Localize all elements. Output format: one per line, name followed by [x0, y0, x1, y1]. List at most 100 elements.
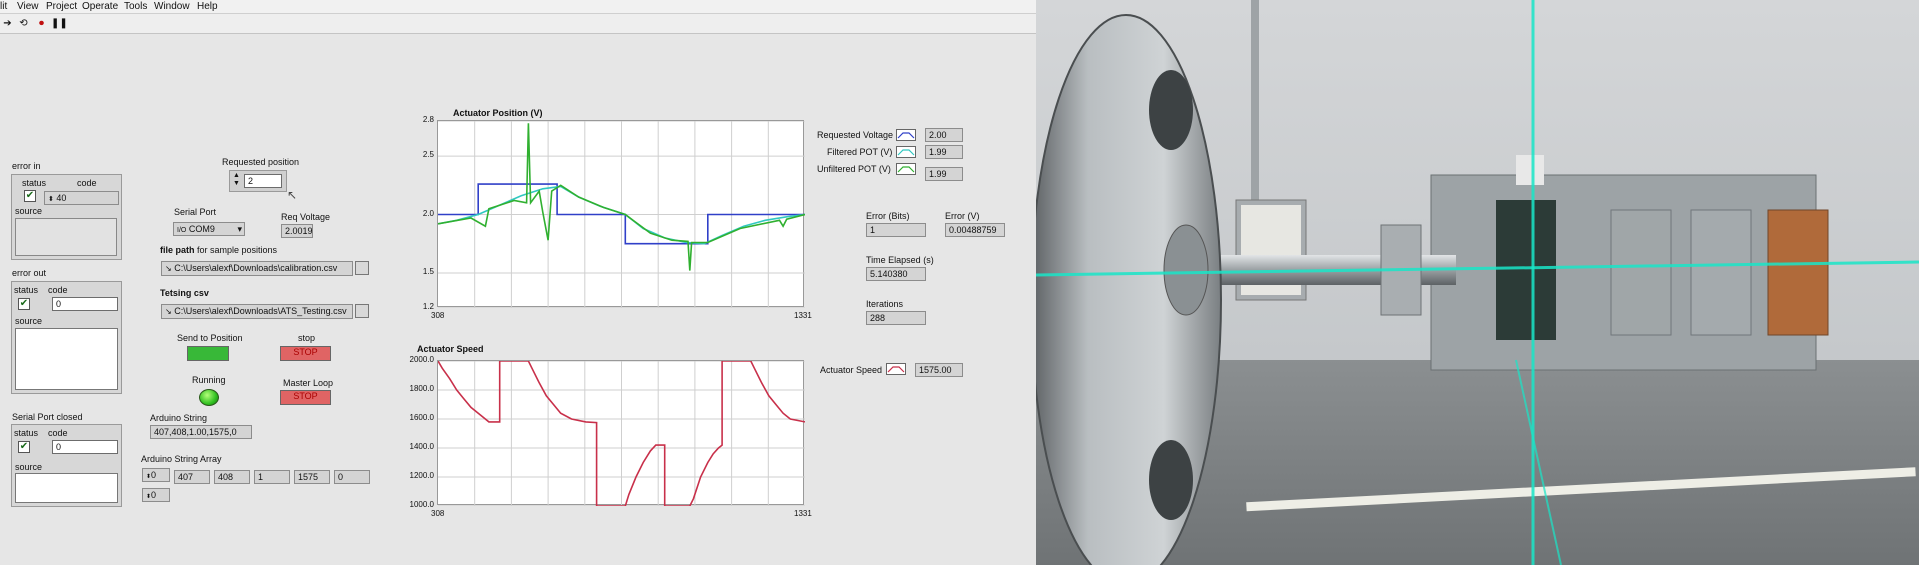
error-in-status-label: status — [22, 178, 47, 188]
legend-label-unfiltered: Unfiltered POT (V) — [817, 164, 891, 174]
x-tick-label: 1331 — [794, 509, 812, 518]
error-in-status-checkbox[interactable]: ✔ — [24, 190, 36, 202]
speed-legend-value: 1575.00 — [915, 363, 963, 377]
serial-closed-source-label: source — [15, 462, 43, 472]
menu-window[interactable]: Window — [154, 1, 190, 12]
menu-tools[interactable]: Tools — [124, 1, 147, 12]
speed-chart-plot[interactable] — [437, 360, 806, 507]
dropdown-arrow-icon[interactable]: ▾ — [237, 223, 242, 235]
error-in-code-field[interactable]: ⬍ 40 — [44, 191, 119, 205]
serial-closed-cluster: status code ✔ 0 source — [11, 424, 122, 507]
error-in-cluster: status code ✔ ⬍ 40 source — [11, 174, 122, 260]
error-out-title: error out — [12, 268, 47, 278]
run-arrow-icon[interactable]: ➔ — [1, 17, 14, 30]
position-chart-plot[interactable] — [437, 120, 806, 309]
folder-browse-icon[interactable] — [355, 304, 369, 318]
send-to-position-label: Send to Position — [177, 333, 243, 343]
increment-arrows-icon[interactable]: ▲ ▼ — [233, 172, 240, 188]
serial-port-select[interactable]: I/O COM9 ▾ — [173, 222, 245, 236]
legend-swatch-icon[interactable] — [896, 163, 916, 175]
pause-icon[interactable]: ❚❚ — [51, 17, 68, 30]
y-tick-label: 2.5 — [422, 150, 434, 160]
x-tick-label: 308 — [431, 509, 445, 518]
master-loop-stop-button[interactable]: STOP — [280, 390, 331, 405]
requested-position-input[interactable]: 2 — [244, 174, 282, 188]
serial-closed-status-checkbox[interactable]: ✔ — [18, 441, 30, 453]
array-element: 407 — [174, 470, 210, 484]
array-element: 408 — [214, 470, 250, 484]
error-in-source-field[interactable] — [15, 218, 117, 256]
y-tick-label: 1800.0 — [409, 384, 434, 393]
folder-browse-icon[interactable] — [355, 261, 369, 275]
speed-chart-title: Actuator Speed — [417, 344, 484, 354]
file-path-field[interactable]: ↘ C:\Users\alexf\Downloads\calibration.c… — [161, 261, 353, 276]
error-out-code-field[interactable]: 0 — [52, 297, 118, 311]
error-out-code-label: code — [48, 285, 68, 295]
iterations-label: Iterations — [866, 299, 904, 309]
requested-position-frame: ▲ ▼ 2 — [229, 170, 287, 192]
y-tick-label: 2.0 — [422, 208, 434, 218]
speed-legend-label: Actuator Speed — [820, 365, 883, 375]
serial-closed-source-field[interactable] — [15, 473, 118, 503]
testing-csv-field[interactable]: ↘ C:\Users\alexf\Downloads\ATS_Testing.c… — [161, 304, 353, 319]
stop-label: stop — [298, 333, 316, 343]
testing-csv-label: Tetsing csv — [160, 288, 209, 298]
error-in-source-label: source — [15, 206, 43, 216]
error-bits-label: Error (Bits) — [866, 211, 910, 221]
legend-swatch-icon[interactable] — [896, 129, 916, 141]
legend-value-requested: 2.00 — [925, 128, 963, 142]
legend-swatch-icon[interactable] — [896, 146, 916, 158]
requested-position-label: Requested position — [222, 157, 300, 167]
running-led-icon — [199, 389, 219, 406]
y-tick-label: 1.2 — [422, 302, 434, 311]
stop-button[interactable]: STOP — [280, 346, 331, 361]
y-tick-label: 1600.0 — [409, 413, 434, 422]
error-out-source-label: source — [15, 316, 43, 326]
legend-label-requested: Requested Voltage — [817, 130, 894, 140]
error-v-field: 0.00488759 — [945, 223, 1005, 237]
y-tick-label: 1.5 — [422, 266, 434, 276]
req-voltage-field: 2.0019 — [281, 224, 313, 238]
y-tick-label: 1400.0 — [409, 442, 434, 451]
send-to-position-button[interactable] — [187, 346, 229, 361]
array-element: 1 — [254, 470, 290, 484]
x-tick-label: 308 — [431, 311, 445, 320]
iterations-field: 288 — [866, 311, 926, 325]
toolbar: ➔ ⟲ ⏺ ❚❚ — [0, 14, 1036, 34]
menu-project[interactable]: Project — [46, 1, 77, 12]
legend-swatch-icon[interactable] — [886, 363, 906, 375]
serial-closed-code-field[interactable]: 0 — [52, 440, 118, 454]
y-tick-label: 2.8 — [422, 115, 434, 124]
serial-closed-status-label: status — [14, 428, 39, 438]
menu-view[interactable]: View — [17, 1, 39, 12]
error-out-status-label: status — [14, 285, 39, 295]
error-v-label: Error (V) — [945, 211, 980, 221]
error-out-status-checkbox[interactable]: ✔ — [18, 298, 30, 310]
serial-closed-title: Serial Port closed — [12, 412, 83, 422]
labview-front-panel: lit View Project Operate Tools Window He… — [0, 0, 1036, 565]
menu-help[interactable]: Help — [197, 1, 218, 12]
menu-operate[interactable]: Operate — [82, 1, 118, 12]
error-out-cluster: status code ✔ 0 source — [11, 281, 122, 394]
running-label: Running — [192, 375, 226, 385]
error-out-source-field[interactable] — [15, 328, 118, 390]
position-chart-svg — [437, 120, 806, 309]
y-tick-label: 1000.0 — [409, 500, 434, 509]
serial-port-label: Serial Port — [174, 207, 217, 217]
actuator-rig-photo — [1036, 0, 1919, 565]
run-continuously-icon[interactable]: ⟲ — [17, 17, 30, 30]
camera-view — [1036, 0, 1919, 565]
serial-closed-code-label: code — [48, 428, 68, 438]
y-tick-label: 2000.0 — [409, 355, 434, 364]
speed-chart-svg — [437, 360, 806, 507]
time-elapsed-label: Time Elapsed (s) — [866, 255, 934, 265]
error-bits-field: 1 — [866, 223, 926, 237]
error-in-code-label: code — [77, 178, 97, 188]
legend-value-unfiltered: 1.99 — [925, 167, 963, 181]
arduino-string-field: 407,408,1.00,1575,0 — [150, 425, 252, 439]
abort-icon[interactable]: ⏺ — [35, 17, 48, 30]
array-index-1[interactable]: ⬍0 — [142, 468, 170, 482]
menu-edit[interactable]: lit — [0, 1, 7, 12]
menu-bar: lit View Project Operate Tools Window He… — [0, 0, 1036, 14]
array-index-2[interactable]: ⬍0 — [142, 488, 170, 502]
